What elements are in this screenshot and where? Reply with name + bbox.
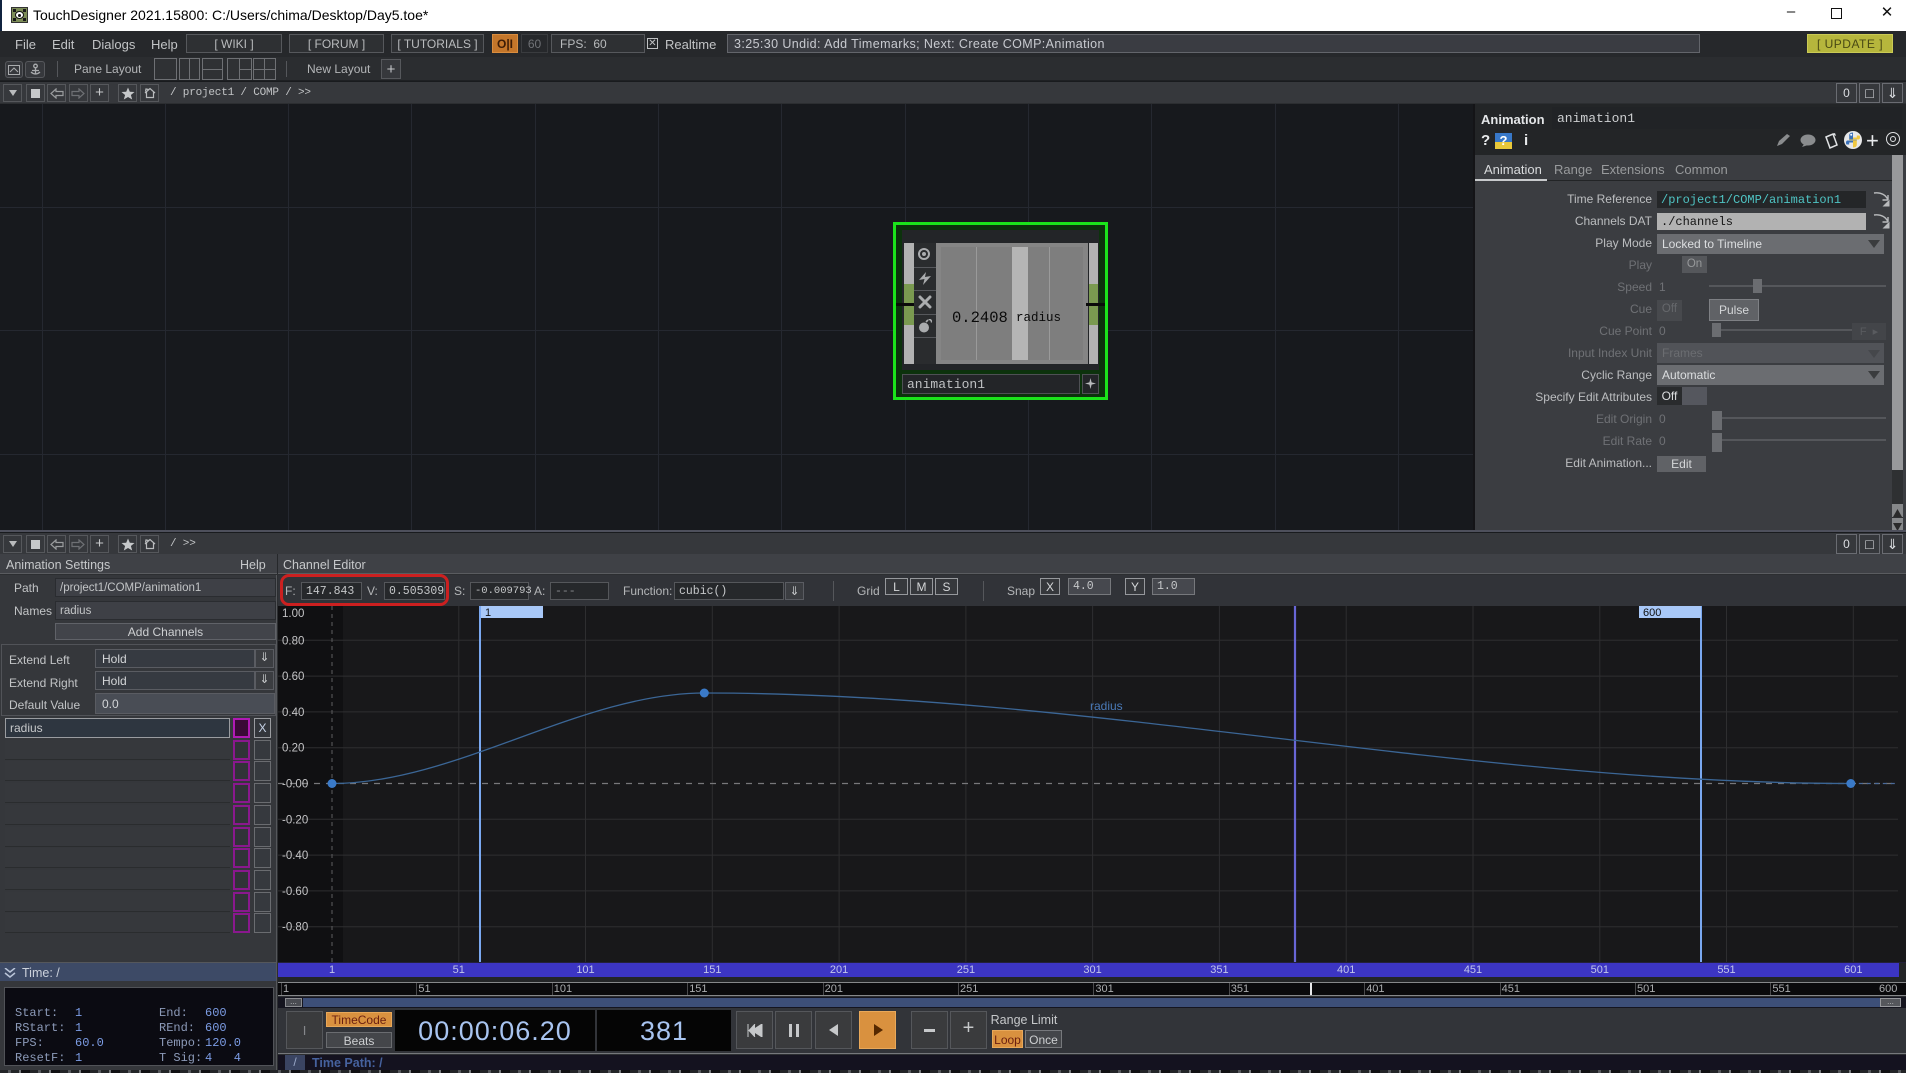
svg-text:-0.40: -0.40 <box>282 850 308 862</box>
svg-text:radius: radius <box>1090 699 1123 713</box>
svg-text:-0.20: -0.20 <box>282 814 308 826</box>
svg-text:600: 600 <box>1643 607 1661 619</box>
svg-text:-0.80: -0.80 <box>282 922 308 934</box>
svg-text:1: 1 <box>485 607 491 619</box>
svg-text:-0.60: -0.60 <box>282 886 308 898</box>
svg-text:0.80: 0.80 <box>282 635 304 647</box>
svg-text:0.40: 0.40 <box>282 707 304 719</box>
svg-text:0.60: 0.60 <box>282 671 304 683</box>
svg-text:-0.00: -0.00 <box>282 779 308 791</box>
svg-text:1.00: 1.00 <box>282 608 304 620</box>
svg-text:0.20: 0.20 <box>282 743 304 755</box>
